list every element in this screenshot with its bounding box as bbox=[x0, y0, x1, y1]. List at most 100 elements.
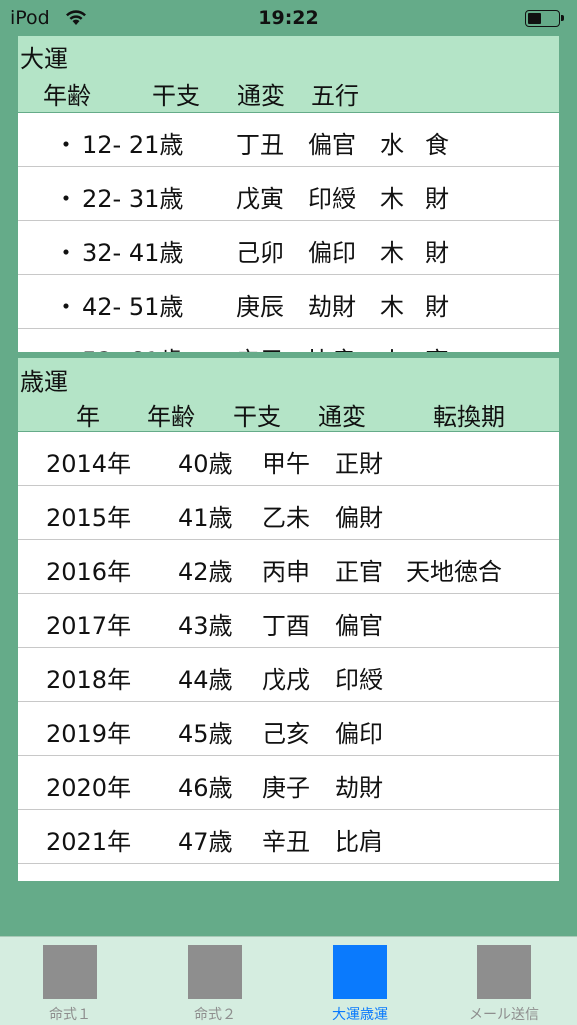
saiun-row[interactable]: 2022年 48歳 壬寅 傷官 bbox=[18, 864, 559, 881]
saiun-col-age: 年齢 bbox=[147, 403, 195, 431]
taiun-list[interactable]: ・ 12- 21歳 丁丑 偏官水食・ 22- 31歳 戊寅 印綬木財・ 32- 41歳 己卯 偏印… bbox=[18, 113, 559, 352]
saiun-age: 40歳 bbox=[178, 450, 233, 478]
tab-bar: 命式１ 命式２ 大運歳運 メール送信 bbox=[0, 936, 577, 1025]
taiun-bullet: ・ bbox=[54, 341, 78, 352]
saiun-row[interactable]: 2020年 46歳 庚子 劫財 bbox=[18, 756, 559, 810]
saiun-row[interactable]: 2019年 45歳 己亥 偏印 bbox=[18, 702, 559, 756]
saiun-age: 42歳 bbox=[178, 558, 233, 586]
saiun-year: 2015年 bbox=[46, 504, 132, 532]
taiun-age: 22- 31歳 bbox=[82, 185, 184, 213]
saiun-kanshi: 壬寅 bbox=[262, 876, 310, 881]
taiun-kanshi: 丁丑 bbox=[236, 131, 284, 159]
tab-label: 命式２ bbox=[194, 1007, 236, 1023]
taiun-tsuhen: 比肩 bbox=[308, 341, 356, 352]
saiun-list[interactable]: 2014年 40歳 甲午 正財 2015年 41歳 乙未 偏財 2016年 42歳 丙申 正官 天地徳合… bbox=[18, 432, 559, 881]
taiun-row[interactable]: ・ 32- 41歳 己卯 偏印木財 bbox=[18, 221, 559, 275]
saiun-kanshi: 己亥 bbox=[262, 720, 310, 748]
saiun-kanshi: 辛丑 bbox=[262, 828, 310, 856]
taiun-category: 財 bbox=[425, 239, 449, 267]
taiun-gogyo: 火 bbox=[380, 341, 404, 352]
tab-placeholder-icon bbox=[43, 945, 97, 999]
taiun-tsuhen: 印綬 bbox=[308, 185, 356, 213]
saiun-year: 2021年 bbox=[46, 828, 132, 856]
status-bar: iPod 19:22 bbox=[0, 0, 577, 36]
saiun-year: 2020年 bbox=[46, 774, 132, 802]
taiun-row[interactable]: ・ 22- 31歳 戊寅 印綬木財 bbox=[18, 167, 559, 221]
saiun-kanshi: 庚子 bbox=[262, 774, 310, 802]
saiun-row[interactable]: 2016年 42歳 丙申 正官 天地徳合 bbox=[18, 540, 559, 594]
taiun-row[interactable]: ・ 12- 21歳 丁丑 偏官水食 bbox=[18, 113, 559, 167]
saiun-age: 48歳 bbox=[178, 876, 233, 881]
saiun-age: 45歳 bbox=[178, 720, 233, 748]
saiun-header: 歳運 年 年齢 干支 通変 転換期 bbox=[18, 358, 559, 431]
saiun-tsuhen: 正財 bbox=[335, 450, 383, 478]
taiun-tsuhen: 劫財 bbox=[308, 293, 356, 321]
saiun-tsuhen: 偏財 bbox=[335, 504, 383, 532]
taiun-bullet: ・ bbox=[54, 185, 78, 213]
taiun-category: 財 bbox=[425, 185, 449, 213]
taiun-gogyo: 木 bbox=[380, 293, 404, 321]
saiun-age: 47歳 bbox=[178, 828, 233, 856]
saiun-kanshi: 丙申 bbox=[262, 558, 310, 586]
taiun-category: 食 bbox=[425, 131, 449, 159]
saiun-note: 天地徳合 bbox=[406, 558, 502, 586]
saiun-age: 46歳 bbox=[178, 774, 233, 802]
saiun-col-year: 年 bbox=[76, 403, 100, 431]
saiun-row[interactable]: 2015年 41歳 乙未 偏財 bbox=[18, 486, 559, 540]
saiun-kanshi: 乙未 bbox=[262, 504, 310, 532]
saiun-title: 歳運 bbox=[20, 368, 68, 396]
taiun-gogyo: 水 bbox=[380, 131, 404, 159]
taiun-kanshi: 戊寅 bbox=[236, 185, 284, 213]
taiun-age: 42- 51歳 bbox=[82, 293, 184, 321]
taiun-kanshi: 己卯 bbox=[236, 239, 284, 267]
saiun-row[interactable]: 2018年 44歳 戊戌 印綬 bbox=[18, 648, 559, 702]
saiun-tsuhen: 偏官 bbox=[335, 612, 383, 640]
saiun-kanshi: 丁酉 bbox=[262, 612, 310, 640]
taiun-tsuhen: 偏印 bbox=[308, 239, 356, 267]
taiun-row[interactable]: ・ 42- 51歳 庚辰 劫財木財 bbox=[18, 275, 559, 329]
tab-4[interactable]: メール送信 bbox=[444, 937, 564, 1025]
saiun-row[interactable]: 2014年 40歳 甲午 正財 bbox=[18, 432, 559, 486]
battery-icon bbox=[525, 10, 565, 27]
saiun-col-tenkanki: 転換期 bbox=[433, 403, 505, 431]
saiun-age: 43歳 bbox=[178, 612, 233, 640]
tab-placeholder-icon bbox=[333, 945, 387, 999]
saiun-year: 2018年 bbox=[46, 666, 132, 694]
taiun-bullet: ・ bbox=[54, 239, 78, 267]
saiun-row[interactable]: 2017年 43歳 丁酉 偏官 bbox=[18, 594, 559, 648]
tab-3[interactable]: 大運歳運 bbox=[300, 937, 420, 1025]
tab-1[interactable]: 命式１ bbox=[10, 937, 130, 1025]
taiun-col-tsuhen: 通変 bbox=[237, 82, 285, 110]
taiun-age: 12- 21歳 bbox=[82, 131, 184, 159]
taiun-row[interactable]: ・ 52- 61歳 辛巳 比肩 火 官 bbox=[18, 329, 559, 352]
saiun-tsuhen: 劫財 bbox=[335, 774, 383, 802]
saiun-tsuhen: 正官 bbox=[335, 558, 383, 586]
saiun-row[interactable]: 2021年 47歳 辛丑 比肩 bbox=[18, 810, 559, 864]
taiun-kanshi: 辛巳 bbox=[236, 341, 284, 352]
tab-placeholder-icon bbox=[477, 945, 531, 999]
taiun-category: 財 bbox=[425, 293, 449, 321]
taiun-category: 官 bbox=[425, 341, 449, 352]
taiun-kanshi: 庚辰 bbox=[236, 293, 284, 321]
tab-label: メール送信 bbox=[469, 1007, 539, 1023]
taiun-header: 大運 年齢 干支 通変 五行 bbox=[18, 36, 559, 112]
saiun-age: 41歳 bbox=[178, 504, 233, 532]
tab-label: 大運歳運 bbox=[332, 1007, 388, 1023]
saiun-tsuhen: 傷官 bbox=[335, 876, 383, 881]
saiun-year: 2016年 bbox=[46, 558, 132, 586]
saiun-tsuhen: 偏印 bbox=[335, 720, 383, 748]
taiun-title: 大運 bbox=[20, 45, 68, 73]
tab-placeholder-icon bbox=[188, 945, 242, 999]
taiun-col-age: 年齢 bbox=[43, 82, 91, 110]
saiun-year: 2019年 bbox=[46, 720, 132, 748]
saiun-col-tsuhen: 通変 bbox=[318, 403, 366, 431]
taiun-gogyo: 木 bbox=[380, 185, 404, 213]
taiun-age: 52- 61歳 bbox=[82, 341, 183, 352]
tab-label: 命式１ bbox=[49, 1007, 91, 1023]
saiun-tsuhen: 印綬 bbox=[335, 666, 383, 694]
tab-2[interactable]: 命式２ bbox=[155, 937, 275, 1025]
taiun-bullet: ・ bbox=[54, 293, 78, 321]
taiun-age: 32- 41歳 bbox=[82, 239, 184, 267]
taiun-tsuhen: 偏官 bbox=[308, 131, 356, 159]
clock: 19:22 bbox=[258, 7, 319, 29]
